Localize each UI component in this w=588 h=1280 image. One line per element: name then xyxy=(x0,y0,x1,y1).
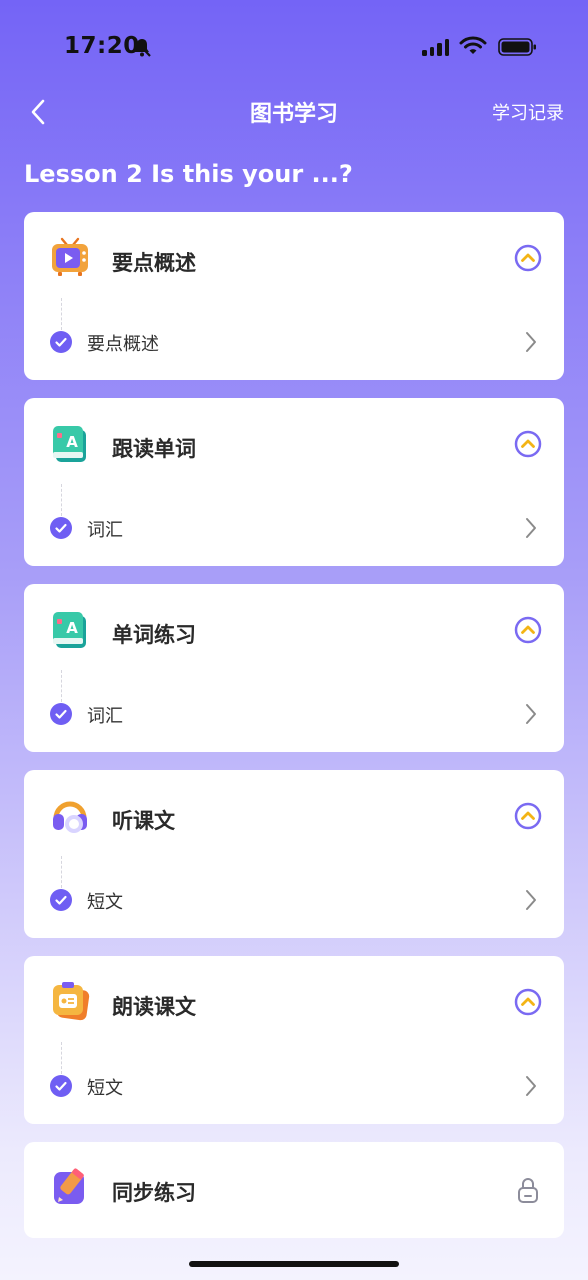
card-title: 朗读课文 xyxy=(112,995,196,1019)
home-indicator[interactable] xyxy=(189,1261,399,1267)
check-icon xyxy=(50,1075,72,1097)
lesson-item-label: 要点概述 xyxy=(87,334,159,355)
reading-icon xyxy=(53,982,90,1021)
check-icon xyxy=(50,703,72,725)
collapse-toggle-icon[interactable] xyxy=(514,616,542,644)
word-book-icon: A xyxy=(53,426,86,462)
study-record-link[interactable]: 学习记录 xyxy=(492,99,564,125)
battery-icon xyxy=(498,38,536,56)
lesson-item[interactable]: 短文 xyxy=(24,878,564,922)
section-card-listen-text: 听课文 短文 xyxy=(24,770,564,938)
section-card-key-points: 要点概述 要点概述 xyxy=(24,212,564,380)
lesson-item-label: 词汇 xyxy=(87,706,123,727)
lesson-item-label: 短文 xyxy=(87,1078,123,1099)
tv-icon xyxy=(52,237,88,276)
headphones-icon xyxy=(53,801,87,833)
lesson-title: Lesson 2 Is this your ...? xyxy=(24,160,353,188)
lesson-item[interactable]: 词汇 xyxy=(24,692,564,736)
lesson-item[interactable]: 要点概述 xyxy=(24,320,564,364)
section-card-word-practice: A 单词练习 词汇 xyxy=(24,584,564,752)
status-time: 17:20 xyxy=(64,33,140,59)
svg-text:A: A xyxy=(66,433,78,451)
navigation-bar: 图书学习 学习记录 xyxy=(0,88,588,134)
card-title: 跟读单词 xyxy=(112,437,196,461)
card-title: 同步练习 xyxy=(112,1181,196,1205)
collapse-toggle-icon[interactable] xyxy=(514,988,542,1016)
pencil-icon xyxy=(54,1168,84,1204)
chevron-right-icon xyxy=(526,704,536,724)
wifi-icon xyxy=(459,36,487,54)
check-icon xyxy=(50,889,72,911)
chevron-right-icon xyxy=(526,332,536,352)
chevron-right-icon xyxy=(526,518,536,538)
bell-muted-icon xyxy=(133,38,151,57)
svg-text:A: A xyxy=(66,619,78,637)
collapse-toggle-icon[interactable] xyxy=(514,802,542,830)
card-title: 单词练习 xyxy=(112,623,196,647)
lesson-item[interactable]: 短文 xyxy=(24,1064,564,1108)
lock-icon xyxy=(518,1178,538,1203)
lesson-item-label: 词汇 xyxy=(87,520,123,541)
word-book-icon: A xyxy=(53,612,86,648)
card-title: 听课文 xyxy=(112,809,175,833)
section-card-follow-reading: A 跟读单词 词汇 xyxy=(24,398,564,566)
chevron-right-icon xyxy=(526,890,536,910)
status-bar: 17:20 xyxy=(0,0,588,92)
section-card-read-aloud: 朗读课文 短文 xyxy=(24,956,564,1124)
collapse-toggle-icon[interactable] xyxy=(514,430,542,458)
check-icon xyxy=(50,331,72,353)
cellular-signal-icon xyxy=(422,38,449,56)
chevron-right-icon xyxy=(526,1076,536,1096)
card-title: 要点概述 xyxy=(112,251,196,275)
check-icon xyxy=(50,517,72,539)
collapse-toggle-icon[interactable] xyxy=(514,244,542,272)
section-card-sync-practice[interactable]: 同步练习 xyxy=(24,1142,564,1238)
lesson-item-label: 短文 xyxy=(87,892,123,913)
lesson-item[interactable]: 词汇 xyxy=(24,506,564,550)
